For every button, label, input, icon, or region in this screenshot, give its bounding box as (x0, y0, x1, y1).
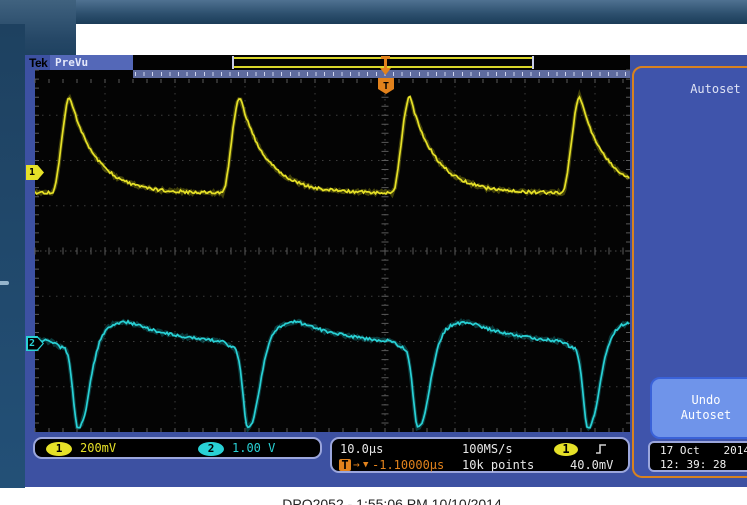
sample-rate: 100MS/s (462, 442, 513, 456)
autoset-menu-title: Autoset (690, 82, 741, 96)
record-view-window (233, 57, 533, 68)
record-length: 10k points (462, 458, 535, 472)
ch2-scale: 1.00 V (232, 441, 276, 455)
horizontal-ruler (133, 70, 630, 78)
year-text: 2014 (723, 444, 747, 457)
record-view-right-bracket (532, 56, 534, 69)
oscilloscope-screen: Tek PreVu T 1 2 Autoset Undo Autoset 1 2… (25, 55, 747, 487)
time-per-div: 10.0μs (340, 442, 384, 456)
trigger-arrow-glyph: → (353, 458, 360, 471)
date-text: 17 Oct (660, 444, 700, 457)
record-view-left-bracket (232, 56, 234, 69)
undo-autoset-label-line1: Undo (691, 393, 721, 407)
ch2-badge: 2 (198, 442, 224, 456)
background-top-band (0, 0, 747, 24)
ch2-ground-marker: 2 (26, 336, 44, 351)
ch1-ground-marker: 1 (26, 165, 44, 180)
ch1-badge: 1 (46, 442, 72, 456)
trigger-marker-glyph: ▼ (363, 460, 369, 470)
undo-autoset-label-line2: Autoset (680, 408, 732, 422)
photo-caption: DPO2052 - 1:55:06 PM 10/10/2014 (282, 496, 502, 505)
channel-scale-readout: 1 200mV 2 1.00 V (33, 437, 322, 459)
screenshot-root: Tek PreVu T 1 2 Autoset Undo Autoset 1 2… (0, 0, 747, 505)
trigger-position: -1.10000μs (372, 458, 445, 472)
tek-logo: Tek (29, 56, 48, 70)
datetime-readout: 17 Oct 2014 12: 39: 28 (648, 441, 747, 472)
autoset-menu-panel: Autoset Undo Autoset (632, 66, 747, 478)
record-view-bar (133, 55, 630, 70)
graticule-background (35, 70, 630, 432)
undo-autoset-button[interactable]: Undo Autoset (650, 377, 747, 439)
acquisition-status-badge: PreVu (50, 55, 133, 70)
trigger-level: 40.0mV (570, 458, 614, 472)
rising-edge-icon (596, 444, 606, 454)
background-left-dash (0, 281, 9, 285)
ch1-scale: 200mV (80, 441, 117, 455)
time-text: 12: 39: 28 (660, 458, 727, 471)
trigger-t-icon: T (339, 459, 351, 471)
trigger-source-badge: 1 (554, 443, 578, 456)
background-left-column (0, 24, 25, 488)
horizontal-trigger-readout: 10.0μs 100MS/s 1 T → ▼ -1.10000μs 10k po… (330, 437, 630, 473)
